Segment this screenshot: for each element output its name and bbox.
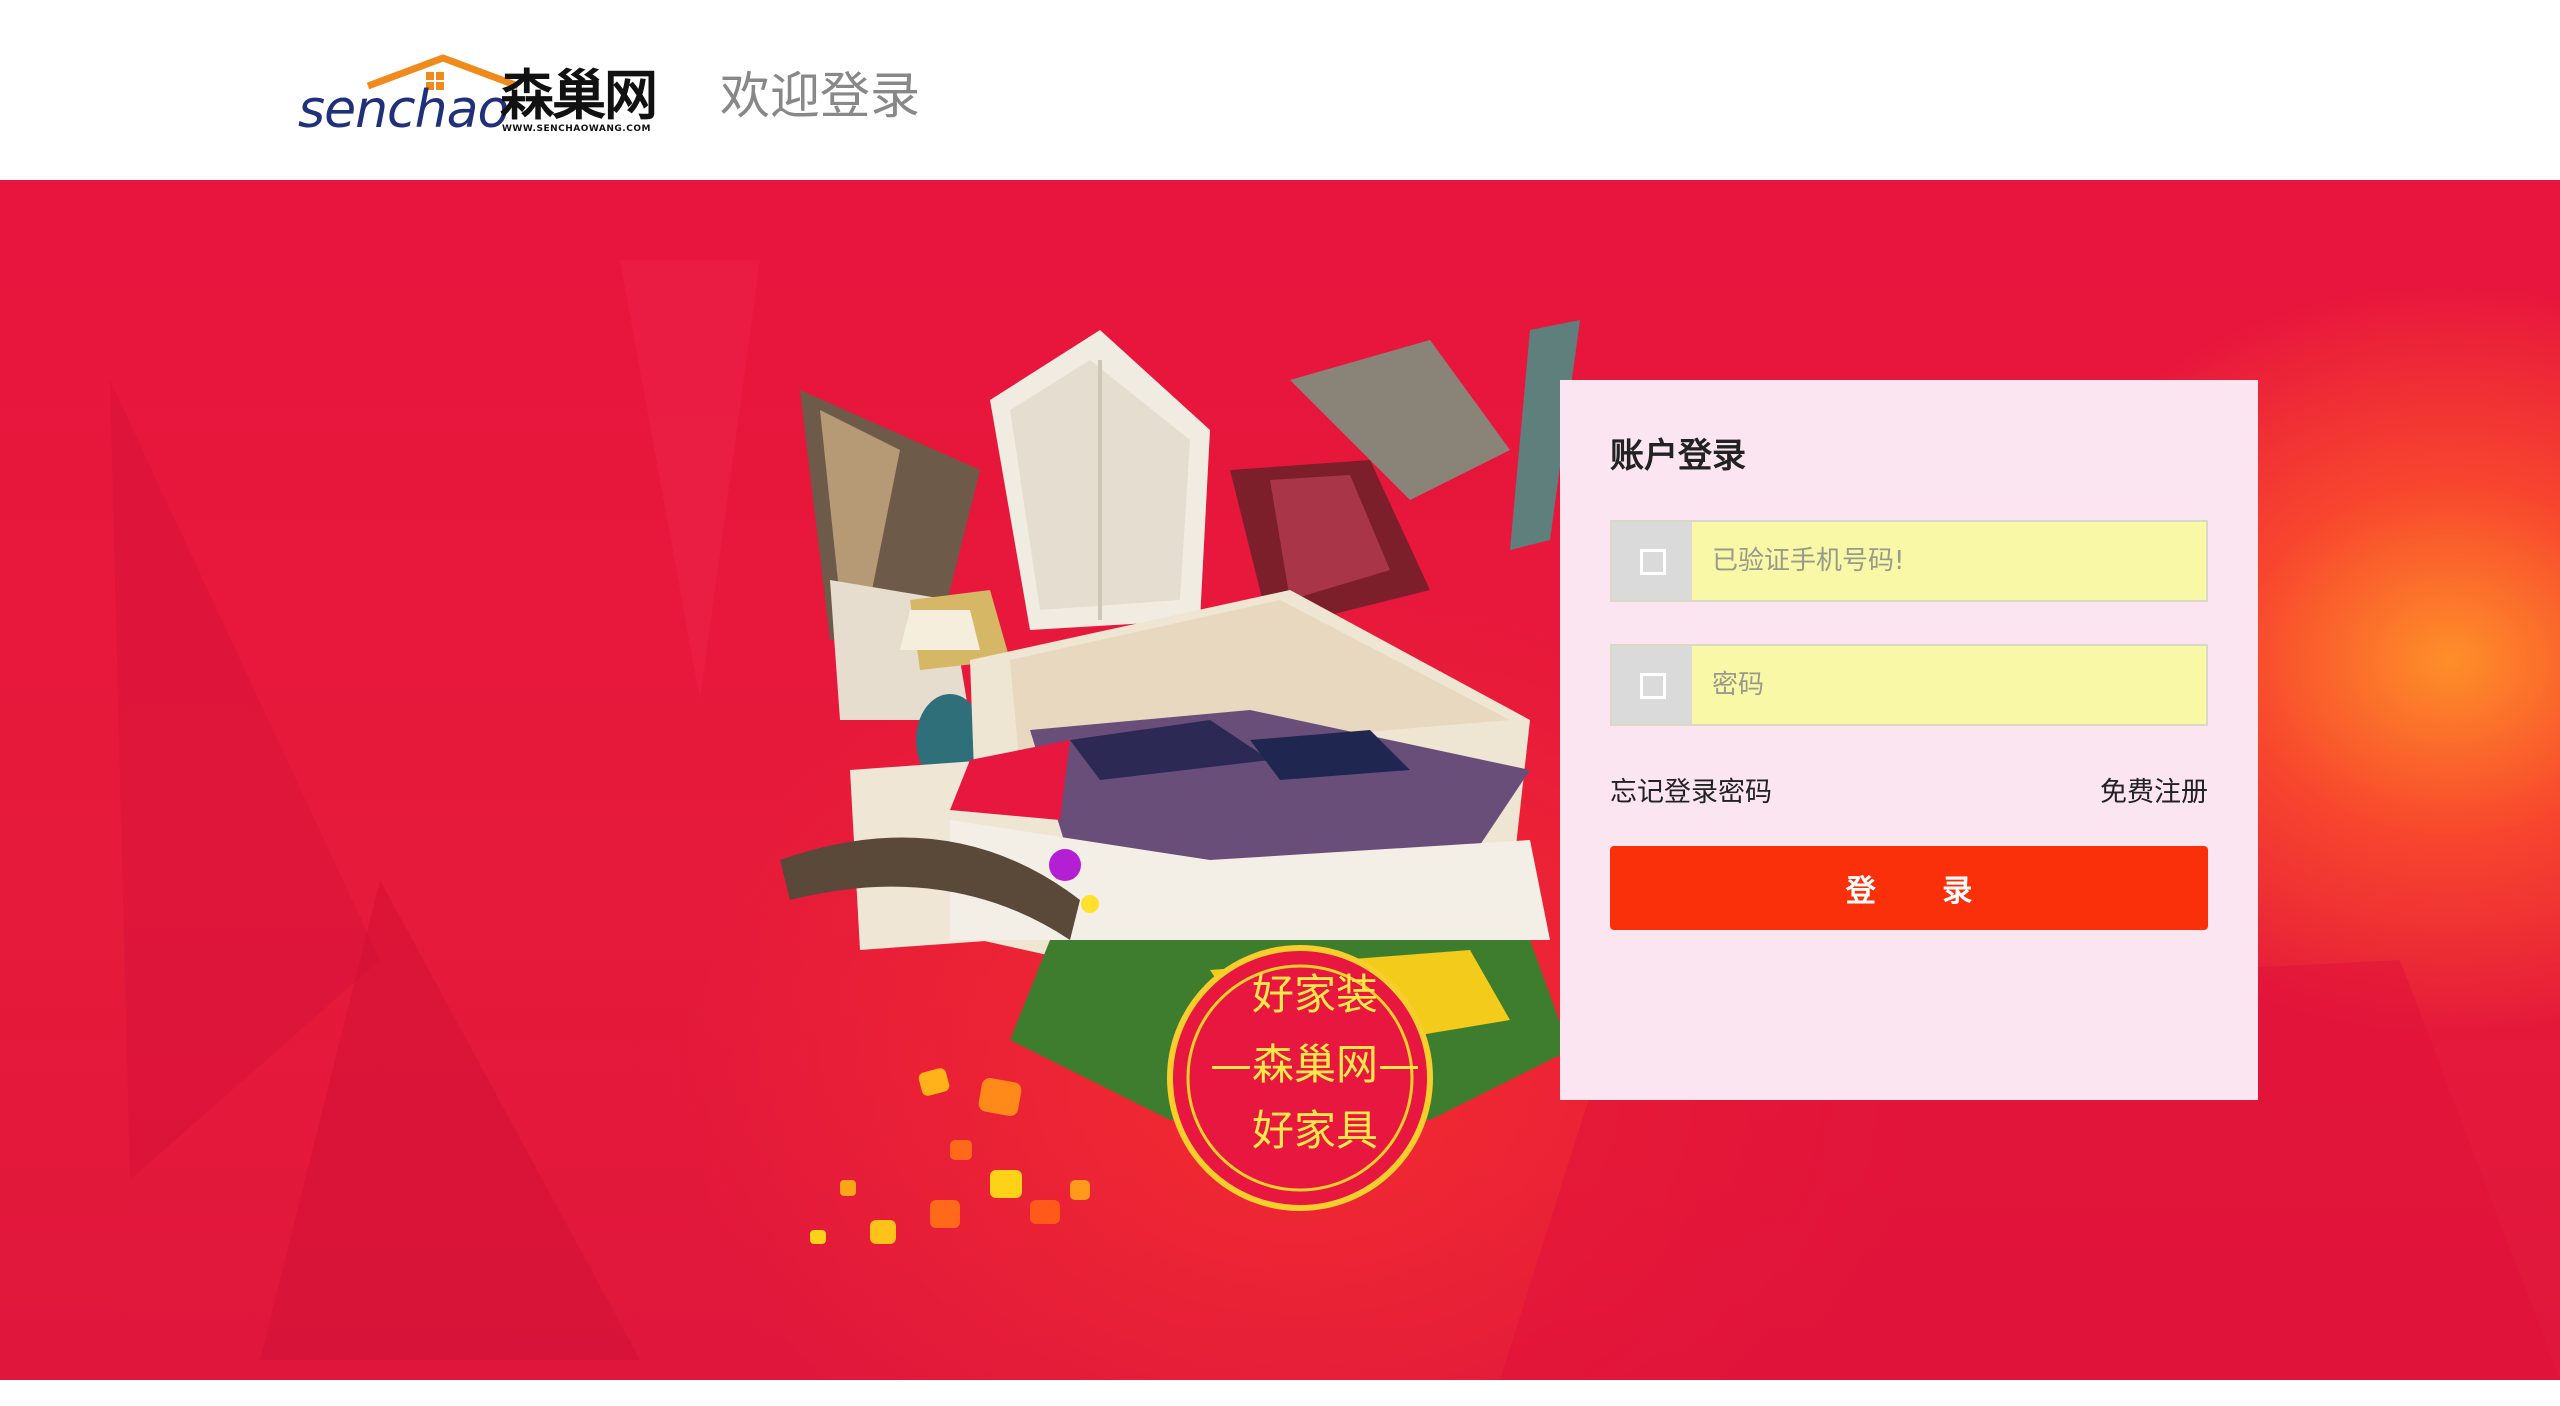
square-outline-icon (1640, 549, 1666, 575)
site-header: senchao 森巢网 WWW.SENCHAOWANG.COM 欢迎登录 (0, 0, 2560, 180)
senchao-logo[interactable]: senchao 森巢网 WWW.SENCHAOWANG.COM (298, 54, 678, 140)
page-title: 欢迎登录 (720, 67, 920, 125)
phone-field-icon-box (1612, 522, 1692, 600)
square-outline-icon (1640, 673, 1666, 699)
forgot-password-link[interactable]: 忘记登录密码 (1610, 776, 1772, 810)
logo-url: WWW.SENCHAOWANG.COM (502, 124, 651, 134)
register-link[interactable]: 免费注册 (2100, 776, 2208, 810)
badge-line-1: 好家装 (1251, 970, 1378, 1019)
password-field (1610, 644, 2208, 726)
login-title: 账户登录 (1610, 436, 1746, 476)
password-input[interactable] (1692, 646, 2206, 724)
logo-chinese-name: 森巢网 (500, 64, 658, 127)
login-button[interactable]: 登 录 (1610, 846, 2208, 930)
login-panel: 账户登录 忘记登录密码 免费注册 登 录 (1560, 380, 2258, 1100)
phone-input[interactable] (1692, 522, 2206, 600)
password-field-icon-box (1612, 646, 1692, 724)
badge-line-2: —森巢网— (1209, 1040, 1420, 1089)
badge-line-3: 好家具 (1251, 1106, 1378, 1155)
logo-wordmark: senchao (298, 80, 509, 140)
phone-field (1610, 520, 2208, 602)
furniture-collage-image (780, 320, 1580, 1244)
page-footer-strip (0, 1380, 2560, 1406)
